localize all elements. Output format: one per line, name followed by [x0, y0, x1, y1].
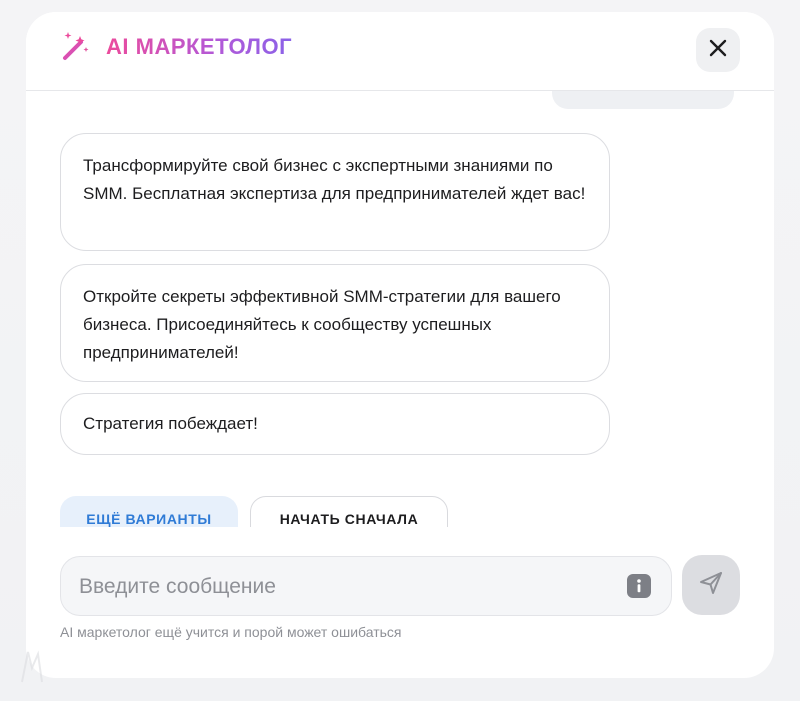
info-icon[interactable]: [627, 574, 651, 598]
send-icon: [698, 570, 724, 601]
watermark-icon: [21, 650, 43, 683]
chat-messages[interactable]: ... Трансформируйте свой бизнес с экспер…: [26, 91, 774, 527]
suggestion-message[interactable]: Стратегия побеждает!: [60, 393, 610, 455]
send-button[interactable]: [682, 555, 740, 615]
message-composer: [60, 556, 672, 617]
chat-widget: AI МАРКЕТОЛОГ ... Трансформируйте свой б…: [26, 12, 774, 678]
suggestion-message[interactable]: Откройте секреты эффективной SMM-стратег…: [60, 264, 610, 382]
restart-button[interactable]: НАЧАТЬ СНАЧАЛА: [250, 496, 448, 527]
more-options-button[interactable]: ЕЩЁ ВАРИАНТЫ: [60, 496, 238, 527]
disclaimer-text: AI маркетолог ещё учится и порой может о…: [60, 624, 402, 640]
suggestion-message[interactable]: Трансформируйте свой бизнес с экспертным…: [60, 133, 610, 251]
close-icon: [709, 39, 727, 62]
user-message-bubble: ...: [552, 91, 734, 109]
close-button[interactable]: [696, 28, 740, 72]
logo-text: AI МАРКЕТОЛОГ: [106, 34, 293, 59]
magic-wand-sparkles-icon: [60, 30, 92, 62]
message-input[interactable]: [77, 557, 601, 617]
chat-header: AI МАРКЕТОЛОГ: [26, 12, 774, 91]
